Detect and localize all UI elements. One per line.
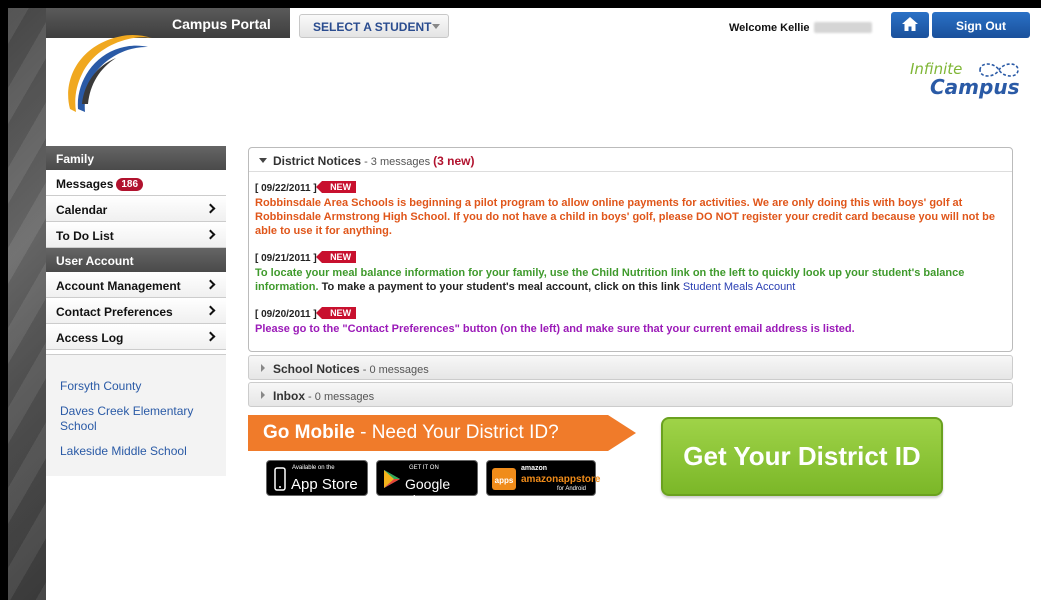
- chevron-right-icon: [205, 305, 216, 316]
- expand-icon: [261, 364, 265, 372]
- app-store-badge[interactable]: Available on the App Store: [266, 460, 368, 496]
- district-notices-new-count: (3 new): [433, 154, 475, 168]
- notice-text-plain: To make a payment to your student's meal…: [318, 281, 683, 293]
- user-account-heading: User Account: [46, 248, 226, 272]
- district-notices-title: District Notices: [273, 154, 362, 168]
- google-play-text: Google play: [405, 476, 451, 508]
- family-heading: Family: [46, 146, 226, 170]
- amazon-small-text: amazon: [521, 465, 548, 472]
- message-count-badge: 186: [116, 178, 144, 191]
- sidebar-item-label: To Do List: [56, 229, 114, 243]
- new-tag: NEW: [316, 251, 357, 263]
- redacted-username: [814, 22, 872, 33]
- chevron-right-icon: [205, 331, 216, 342]
- svg-text:apps: apps: [495, 476, 514, 485]
- chevron-right-icon: [205, 229, 216, 240]
- notice-message: [ 09/21/2011 ] NEW To locate your meal b…: [249, 250, 1012, 294]
- district-notices-count: - 3 messages: [361, 156, 434, 168]
- google-play-badge[interactable]: GET IT ON Google play: [376, 460, 478, 508]
- google-play-icon: [384, 470, 400, 488]
- notice-message: [ 09/20/2011 ] NEW Please go to the "Con…: [249, 306, 1012, 336]
- sidebar-item-label: Contact Preferences: [56, 305, 173, 319]
- sidebar-item-label: Access Log: [56, 331, 124, 345]
- sidebar-item-label: Calendar: [56, 203, 108, 217]
- get-district-id-button[interactable]: Get Your District ID: [661, 417, 943, 496]
- school-link-daves-creek[interactable]: Daves Creek Elementary School: [60, 404, 210, 434]
- school-notices-count: - 0 messages: [359, 364, 429, 376]
- chevron-down-icon: [432, 24, 440, 29]
- district-notices-panel: District Notices - 3 messages (3 new) [ …: [248, 147, 1013, 352]
- new-tag: NEW: [316, 307, 357, 319]
- home-icon: [902, 17, 918, 31]
- new-tag: NEW: [316, 181, 357, 193]
- school-link-forsyth[interactable]: Forsyth County: [60, 379, 210, 394]
- sidebar-item-todo[interactable]: To Do List: [46, 222, 226, 248]
- select-student-dropdown[interactable]: SELECT A STUDENT: [299, 14, 449, 38]
- sidebar-item-label: Messages: [56, 177, 114, 191]
- banner-arrow: [608, 415, 636, 451]
- amazon-appstore-text: amazonappstore: [521, 474, 601, 485]
- student-meals-account-link[interactable]: Student Meals Account: [683, 281, 796, 293]
- left-decoration: [8, 8, 46, 600]
- school-notices-panel[interactable]: School Notices - 0 messages: [248, 355, 1013, 380]
- app-store-text: App Store: [291, 476, 358, 493]
- school-links: Forsyth County Daves Creek Elementary Sc…: [46, 354, 226, 476]
- district-logo: [68, 34, 152, 112]
- sidebar-item-calendar[interactable]: Calendar: [46, 196, 226, 222]
- sidebar-item-contact-preferences[interactable]: Contact Preferences: [46, 298, 226, 324]
- home-button[interactable]: [891, 12, 929, 38]
- sidebar-item-account-management[interactable]: Account Management: [46, 272, 226, 298]
- collapse-icon: [259, 158, 267, 163]
- go-mobile-label: Go Mobile: [263, 422, 355, 443]
- notice-date: [ 09/21/2011 ]: [255, 253, 317, 264]
- notice-date: [ 09/20/2011 ]: [255, 309, 317, 320]
- inbox-count: - 0 messages: [305, 391, 375, 403]
- amazon-appstore-badge[interactable]: apps amazon amazonappstore for Android: [486, 460, 600, 496]
- notice-text: Please go to the "Contact Preferences" b…: [255, 323, 855, 335]
- welcome-text: Welcome Kellie: [729, 22, 810, 34]
- sidebar: Family Messages 186 Calendar To Do List U…: [46, 146, 226, 476]
- district-notices-header[interactable]: District Notices - 3 messages (3 new): [249, 148, 1012, 172]
- infinity-icon: [979, 63, 1019, 77]
- chevron-right-icon: [205, 279, 216, 290]
- chevron-right-icon: [205, 203, 216, 214]
- app-store-small-text: Available on the: [292, 465, 335, 471]
- sidebar-item-access-log[interactable]: Access Log: [46, 324, 226, 350]
- amazon-apps-icon: apps: [492, 468, 516, 490]
- school-link-lakeside[interactable]: Lakeside Middle School: [60, 444, 210, 459]
- amazon-sub-text: for Android: [557, 486, 587, 492]
- inbox-panel[interactable]: Inbox - 0 messages: [248, 382, 1013, 407]
- go-mobile-text: Go Mobile - Need Your District ID?: [248, 415, 608, 451]
- expand-icon: [261, 391, 265, 399]
- sign-out-button[interactable]: Sign Out: [932, 12, 1030, 38]
- notice-text: Robbinsdale Area Schools is beginning a …: [255, 197, 995, 237]
- notice-message: [ 09/22/2011 ] NEW Robbinsdale Area Scho…: [249, 180, 1012, 238]
- select-student-label: SELECT A STUDENT: [313, 20, 432, 34]
- notice-text-wrapper: To locate your meal balance information …: [255, 266, 1002, 294]
- inbox-title: Inbox: [273, 389, 305, 403]
- sidebar-item-label: Account Management: [56, 279, 181, 293]
- top-bar: Campus Portal SELECT A STUDENT Welcome K…: [46, 8, 1041, 42]
- go-mobile-banner: Go Mobile - Need Your District ID?: [248, 415, 638, 451]
- notice-date: [ 09/22/2011 ]: [255, 183, 317, 194]
- school-notices-title: School Notices: [273, 362, 360, 376]
- need-id-label: - Need Your District ID?: [354, 422, 559, 443]
- apple-phone-icon: [274, 467, 286, 491]
- google-play-small-text: GET IT ON: [409, 465, 439, 471]
- portal-title: Campus Portal: [172, 16, 271, 32]
- sidebar-item-messages[interactable]: Messages 186: [46, 170, 226, 196]
